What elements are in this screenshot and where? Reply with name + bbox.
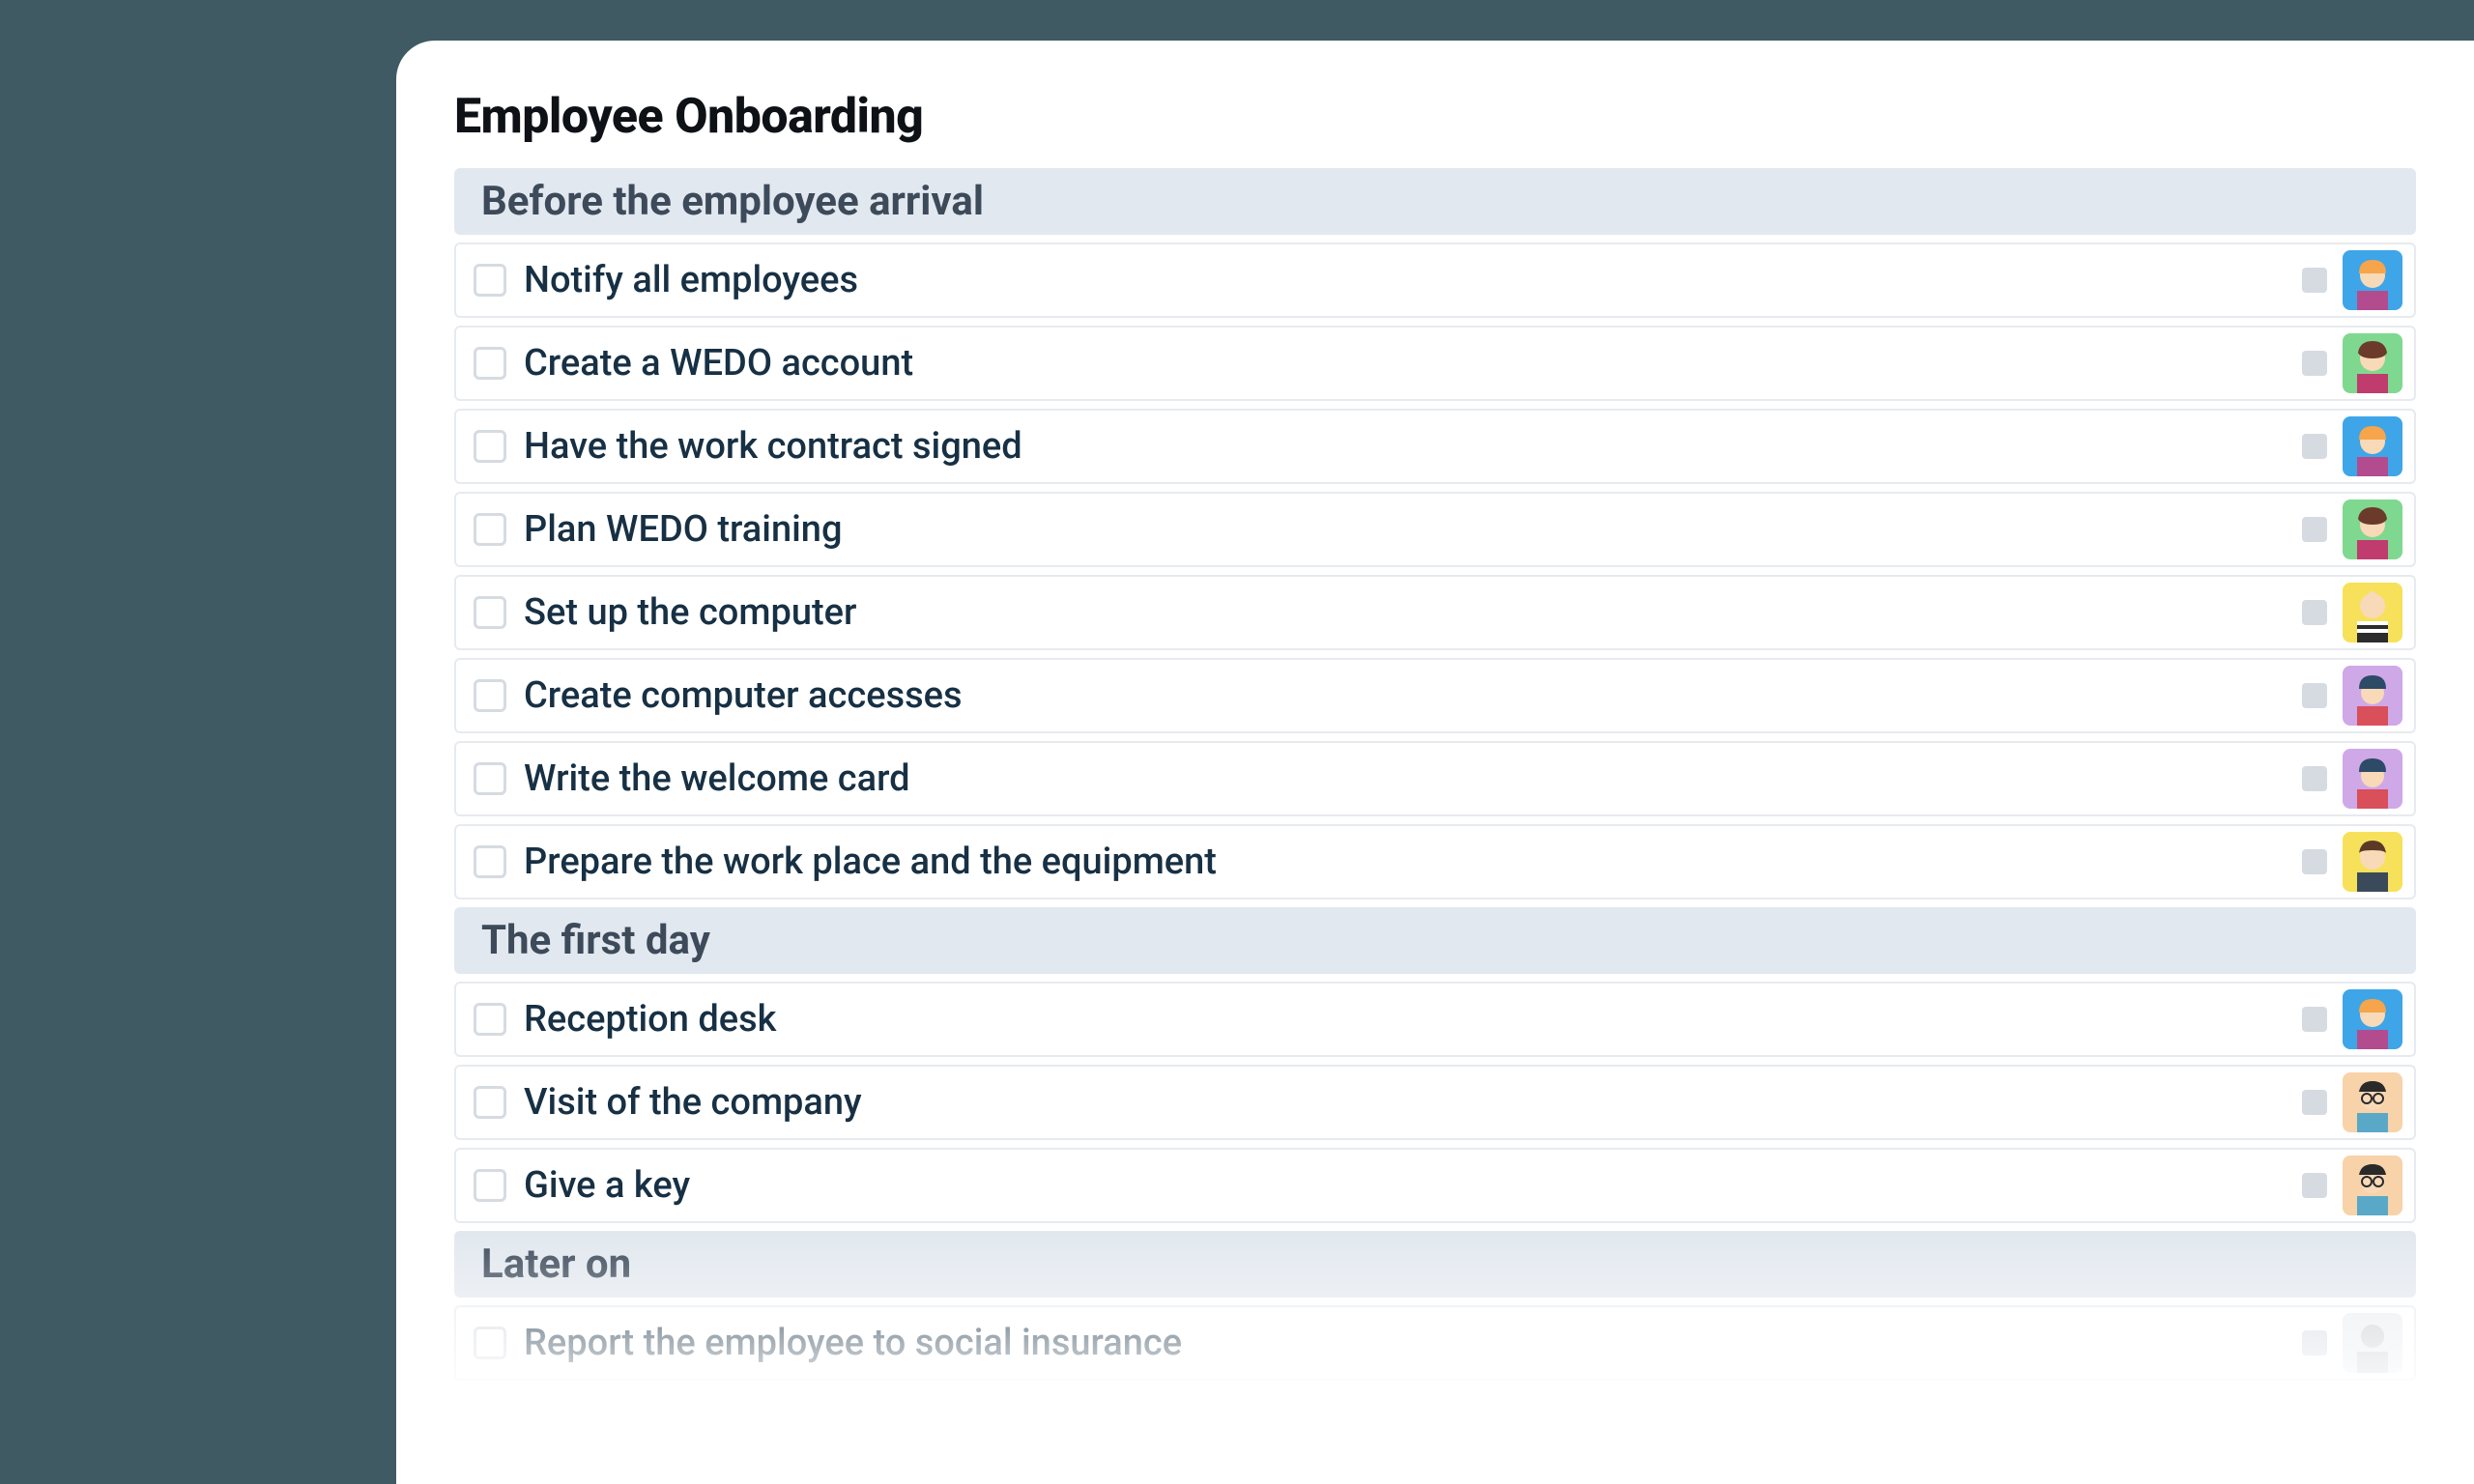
status-indicator xyxy=(2302,1173,2327,1198)
task-label: Visit of the company xyxy=(524,1081,2302,1124)
task-row[interactable]: Notify all employees xyxy=(454,243,2416,318)
task-row[interactable]: Visit of the company xyxy=(454,1065,2416,1140)
status-indicator xyxy=(2302,766,2327,791)
status-indicator xyxy=(2302,351,2327,376)
onboarding-panel: Employee Onboarding Before the employee … xyxy=(396,41,2474,1484)
task-label: Have the work contract signed xyxy=(524,425,2302,468)
assignee-avatar[interactable] xyxy=(2343,666,2402,726)
section-header-before-arrival: Before the employee arrival xyxy=(454,168,2416,235)
task-label: Notify all employees xyxy=(524,259,2302,301)
assignee-avatar[interactable] xyxy=(2343,749,2402,809)
status-indicator xyxy=(2302,683,2327,708)
status-indicator xyxy=(2302,1090,2327,1115)
task-label: Prepare the work place and the equipment xyxy=(524,841,2302,883)
assignee-avatar[interactable] xyxy=(2343,1156,2402,1215)
status-indicator xyxy=(2302,1330,2327,1356)
assignee-avatar[interactable] xyxy=(2343,333,2402,393)
task-label: Create a WEDO account xyxy=(524,342,2302,385)
assignee-avatar[interactable] xyxy=(2343,1072,2402,1132)
section-header-label: The first day xyxy=(481,917,710,964)
task-label: Report the employee to social insurance xyxy=(524,1322,2302,1364)
task-label: Reception desk xyxy=(524,998,2302,1041)
task-label: Write the welcome card xyxy=(524,757,2302,800)
page-title: Employee Onboarding xyxy=(454,89,2416,145)
assignee-avatar[interactable] xyxy=(2343,499,2402,559)
task-label: Give a key xyxy=(524,1164,2302,1207)
status-indicator xyxy=(2302,268,2327,293)
task-checkbox[interactable] xyxy=(474,347,506,380)
task-checkbox[interactable] xyxy=(474,1003,506,1036)
task-row[interactable]: Report the employee to social insurance xyxy=(454,1305,2416,1381)
assignee-avatar[interactable] xyxy=(2343,583,2402,642)
status-indicator xyxy=(2302,517,2327,542)
section-header-label: Later on xyxy=(481,1241,631,1288)
section-header-later-on: Later on xyxy=(454,1231,2416,1298)
task-checkbox[interactable] xyxy=(474,513,506,546)
task-checkbox[interactable] xyxy=(474,845,506,878)
task-row[interactable]: Write the welcome card xyxy=(454,741,2416,816)
task-checkbox[interactable] xyxy=(474,430,506,463)
task-row[interactable]: Create computer accesses xyxy=(454,658,2416,733)
status-indicator xyxy=(2302,849,2327,874)
task-row[interactable]: Plan WEDO training xyxy=(454,492,2416,567)
task-checkbox[interactable] xyxy=(474,1327,506,1359)
assignee-avatar[interactable] xyxy=(2343,989,2402,1049)
task-row[interactable]: Prepare the work place and the equipment xyxy=(454,824,2416,899)
task-label: Set up the computer xyxy=(524,591,2302,634)
status-indicator xyxy=(2302,434,2327,459)
task-checkbox[interactable] xyxy=(474,264,506,297)
task-label: Create computer accesses xyxy=(524,674,2302,717)
assignee-avatar[interactable] xyxy=(2343,832,2402,892)
section-header-label: Before the employee arrival xyxy=(481,178,984,225)
task-row[interactable]: Create a WEDO account xyxy=(454,326,2416,401)
task-row[interactable]: Reception desk xyxy=(454,982,2416,1057)
task-checkbox[interactable] xyxy=(474,762,506,795)
task-row[interactable]: Give a key xyxy=(454,1148,2416,1223)
task-checkbox[interactable] xyxy=(474,1086,506,1119)
task-checkbox[interactable] xyxy=(474,596,506,629)
assignee-avatar[interactable] xyxy=(2343,250,2402,310)
task-checkbox[interactable] xyxy=(474,679,506,712)
section-header-first-day: The first day xyxy=(454,907,2416,974)
task-row[interactable]: Set up the computer xyxy=(454,575,2416,650)
task-label: Plan WEDO training xyxy=(524,508,2302,551)
status-indicator xyxy=(2302,600,2327,625)
task-checkbox[interactable] xyxy=(474,1169,506,1202)
assignee-avatar[interactable] xyxy=(2343,1313,2402,1373)
task-row[interactable]: Have the work contract signed xyxy=(454,409,2416,484)
assignee-avatar[interactable] xyxy=(2343,416,2402,476)
status-indicator xyxy=(2302,1007,2327,1032)
